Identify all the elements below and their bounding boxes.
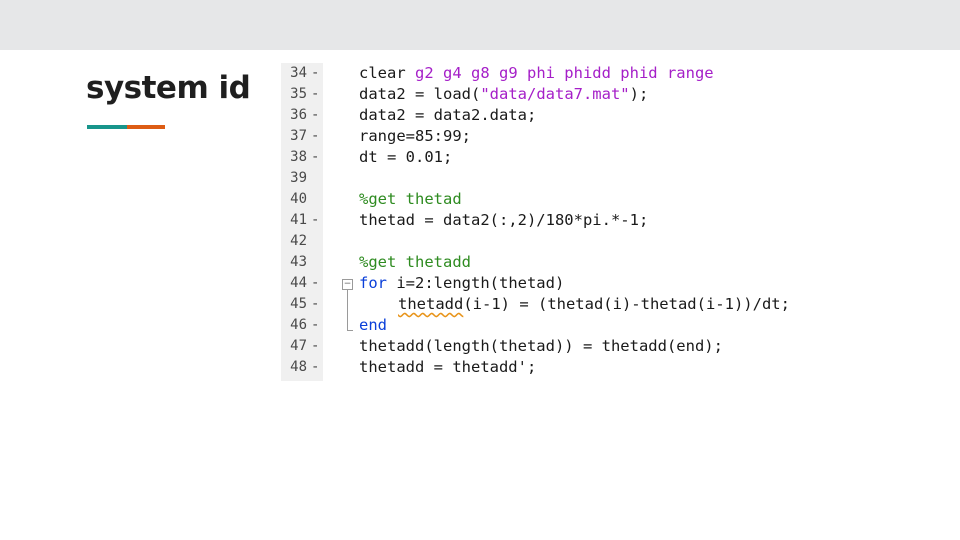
code-line[interactable]: 47- thetadd(length(thetad)) = thetadd(end…: [281, 336, 841, 357]
code-token: thetad = data2(:,2)/180*pi.*-1;: [359, 211, 649, 229]
code-token: i=2:length(thetad): [387, 274, 565, 292]
code-text: data2 = data2.data;: [359, 105, 536, 126]
code-line[interactable]: 41- thetad = data2(:,2)/180*pi.*-1;: [281, 210, 841, 231]
code-text: thetadd(length(thetad)) = thetadd(end);: [359, 336, 723, 357]
code-token: );: [629, 85, 649, 103]
line-number: 46: [290, 317, 307, 333]
code-token: dt = 0.01;: [359, 148, 453, 166]
code-line[interactable]: 44- for i=2:length(thetad): [281, 273, 841, 294]
code-line[interactable]: 42: [281, 231, 841, 252]
code-text: dt = 0.01;: [359, 147, 452, 168]
line-number: 42: [290, 233, 307, 249]
breakpoint-marker[interactable]: -: [311, 273, 319, 294]
breakpoint-marker[interactable]: -: [311, 126, 319, 147]
breakpoint-marker[interactable]: -: [311, 63, 319, 84]
line-number: 48: [290, 359, 307, 375]
code-text: range=85:99;: [359, 126, 471, 147]
line-number: 36: [290, 107, 307, 123]
keyword-token: end: [359, 316, 387, 334]
breakpoint-marker[interactable]: -: [311, 105, 319, 126]
code-line[interactable]: 40 %get thetad: [281, 189, 841, 210]
breakpoint-marker[interactable]: -: [311, 210, 319, 231]
code-line[interactable]: 48- thetadd = thetadd';: [281, 357, 841, 378]
code-line[interactable]: 36- data2 = data2.data;: [281, 105, 841, 126]
code-line[interactable]: 43 %get thetadd: [281, 252, 841, 273]
accent-bar-teal: [87, 125, 127, 129]
code-token: (i-1) = (thetad(i)-thetad(i-1))/dt;: [463, 295, 790, 313]
line-number: 38: [290, 149, 307, 165]
slide-title: system id: [86, 70, 251, 106]
line-number: 34: [290, 65, 307, 81]
code-line[interactable]: 34- clear g2 g4 g8 g9 phi phidd phid rang…: [281, 63, 841, 84]
code-token: data2 = load(: [359, 85, 481, 103]
code-token: range=85:99;: [359, 127, 471, 145]
code-line[interactable]: 45- thetadd(i-1) = (thetad(i)-thetad(i-1)…: [281, 294, 841, 315]
line-number: 41: [290, 212, 307, 228]
breakpoint-marker[interactable]: -: [311, 294, 319, 315]
code-token: clear: [359, 64, 415, 82]
code-line[interactable]: 37- range=85:99;: [281, 126, 841, 147]
code-text: thetad = data2(:,2)/180*pi.*-1;: [359, 210, 648, 231]
comment-token: %get thetad: [359, 190, 462, 208]
line-number: 44: [290, 275, 307, 291]
code-text: for i=2:length(thetad): [359, 273, 564, 294]
code-line[interactable]: 38- dt = 0.01;: [281, 147, 841, 168]
breakpoint-marker[interactable]: -: [311, 84, 319, 105]
keyword-token: for: [359, 274, 387, 292]
line-number: 39: [290, 170, 307, 186]
code-text: thetadd(i-1) = (thetad(i)-thetad(i-1))/d…: [398, 294, 790, 315]
code-text: thetadd = thetadd';: [359, 357, 536, 378]
breakpoint-marker[interactable]: -: [311, 336, 319, 357]
code-text: %get thetadd: [359, 252, 471, 273]
line-number: 47: [290, 338, 307, 354]
breakpoint-marker[interactable]: -: [311, 357, 319, 378]
line-number: 40: [290, 191, 307, 207]
breakpoint-marker[interactable]: -: [311, 147, 319, 168]
code-token: data2 = data2.data;: [359, 106, 537, 124]
code-text: clear g2 g4 g8 g9 phi phidd phid range: [359, 63, 714, 84]
code-text: %get thetad: [359, 189, 462, 210]
code-token: thetadd = thetadd';: [359, 358, 537, 376]
code-line[interactable]: 35- data2 = load("data/data7.mat");: [281, 84, 841, 105]
code-token: thetadd(length(thetad)) = thetadd(end);: [359, 337, 723, 355]
comment-token: %get thetadd: [359, 253, 471, 271]
top-banner: [0, 0, 960, 50]
string-token: "data/data7.mat": [480, 85, 630, 103]
code-text: end: [359, 315, 387, 336]
breakpoint-marker[interactable]: -: [311, 315, 319, 336]
accent-bar-orange: [127, 125, 165, 129]
code-text: data2 = load("data/data7.mat");: [359, 84, 648, 105]
code-editor[interactable]: − 34- clear g2 g4 g8 g9 phi phidd phid ra…: [281, 63, 841, 381]
line-number: 37: [290, 128, 307, 144]
line-number: 45: [290, 296, 307, 312]
code-line[interactable]: 46- end: [281, 315, 841, 336]
warning-token: thetadd: [398, 295, 464, 313]
line-number: 35: [290, 86, 307, 102]
string-token: g2 g4 g8 g9 phi phidd phid range: [415, 64, 714, 82]
line-number: 43: [290, 254, 307, 270]
code-line[interactable]: 39: [281, 168, 841, 189]
